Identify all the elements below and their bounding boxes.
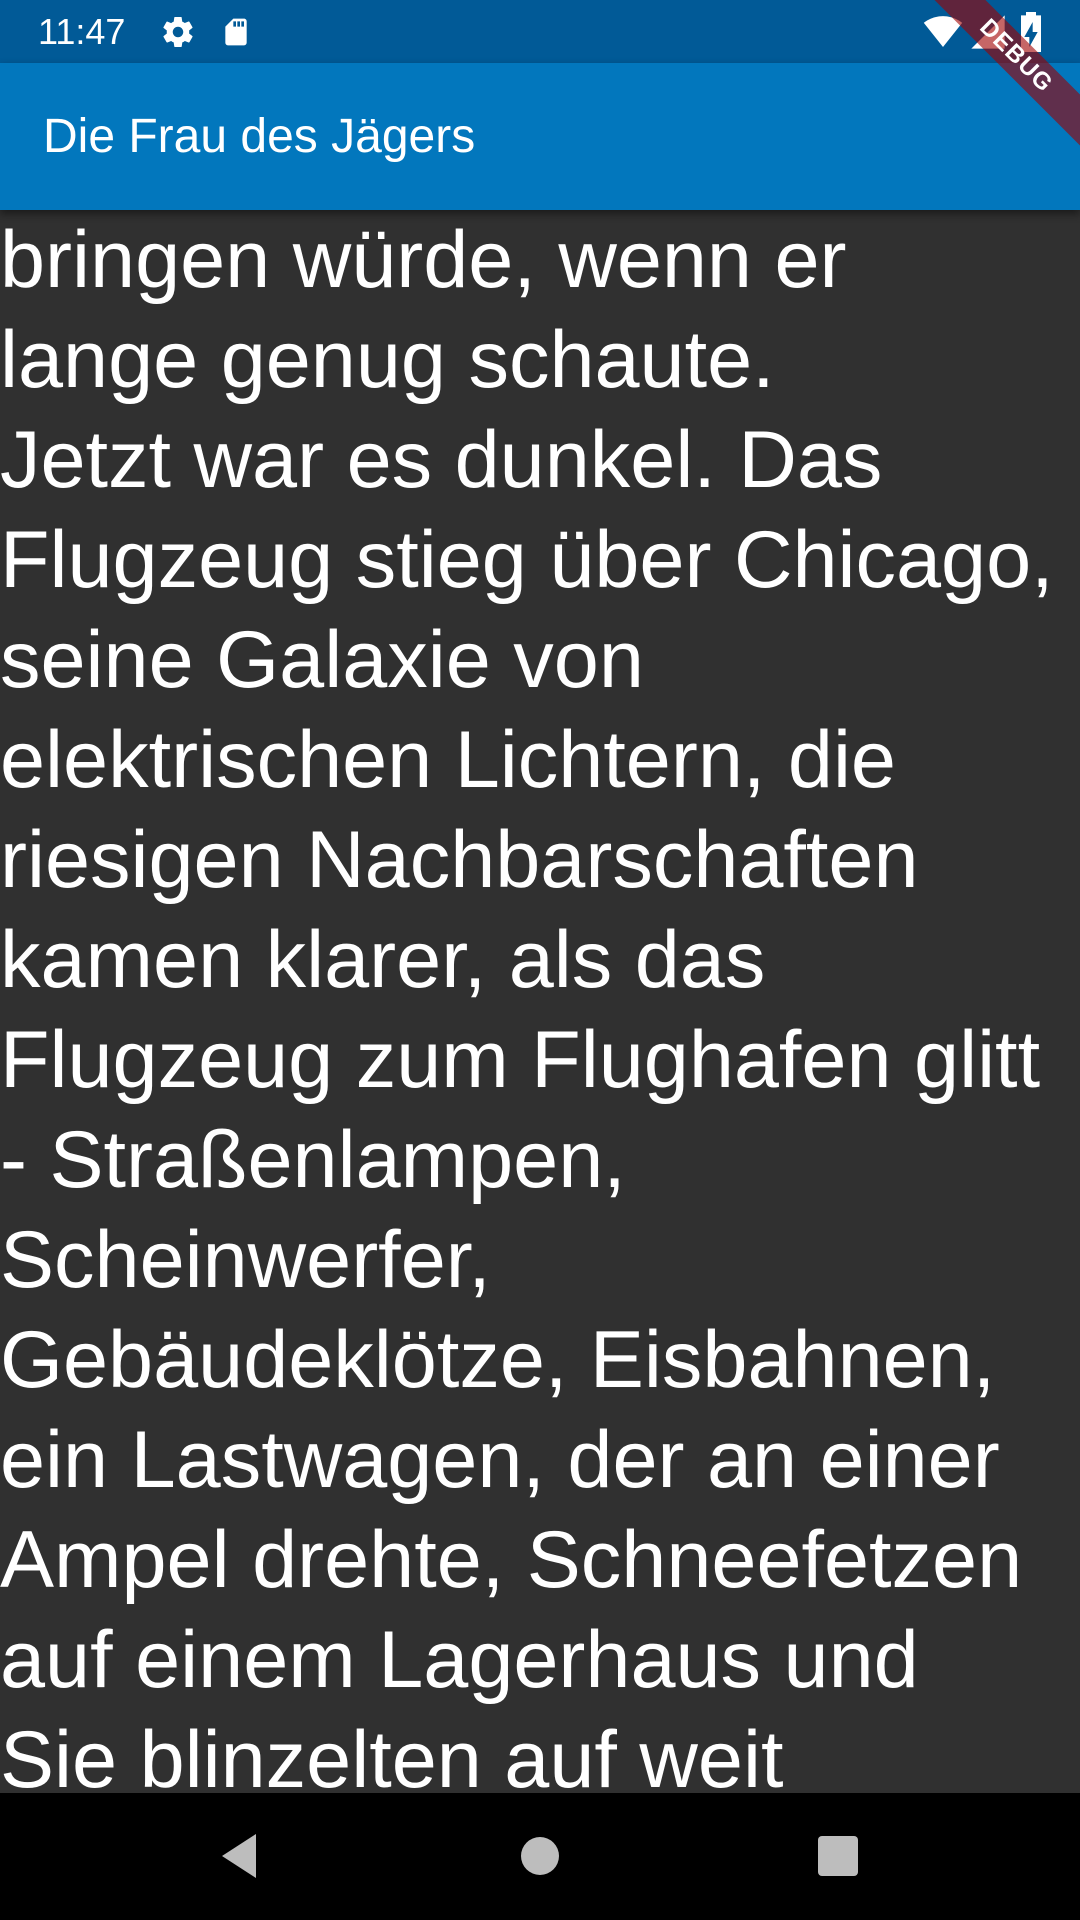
navigation-bar	[0, 1793, 1080, 1920]
cell-signal-icon	[971, 15, 1005, 49]
story-text-scroll-area[interactable]: bringen würde, wenn er lange genug schau…	[0, 210, 1080, 1793]
text-line: auf einem Lagerhaus und	[0, 1615, 919, 1705]
text-line: Ampel drehte, Schneefetzen	[0, 1515, 1023, 1605]
text-line: bringen würde, wenn er	[0, 215, 847, 305]
text-line: elektrischen Lichtern, die	[0, 715, 896, 805]
text-line: Gebäudeklötze, Eisbahnen,	[0, 1315, 996, 1405]
wifi-icon	[923, 16, 963, 47]
recents-icon[interactable]	[808, 1826, 868, 1886]
text-line: Scheinwerfer,	[0, 1215, 491, 1305]
text-line: Flugzeug stieg über Chicago,	[0, 515, 1054, 605]
status-time: 11:47	[38, 11, 126, 52]
text-line: Jetzt war es dunkel. Das	[0, 415, 883, 505]
home-icon[interactable]	[510, 1826, 570, 1886]
story-text: bringen würde, wenn er lange genug schau…	[0, 210, 1080, 1793]
text-line: lange genug schaute.	[0, 315, 775, 405]
text-line: ein Lastwagen, der an einer	[0, 1415, 1000, 1505]
status-bar: 11:47	[0, 0, 1080, 63]
page-title: Die Frau des Jägers	[43, 110, 476, 163]
text-line: Flugzeug zum Flughafen glitt	[0, 1015, 1041, 1105]
back-icon[interactable]	[208, 1826, 268, 1886]
battery-charging-icon	[1021, 12, 1041, 52]
text-line: riesigen Nachbarschaften	[0, 815, 919, 905]
text-line: - Straßenlampen,	[0, 1115, 626, 1205]
screen: 11:47 Die Frau des Jägers DEBUG bringen …	[0, 0, 1080, 1920]
text-line: kamen klarer, als das	[0, 915, 766, 1005]
text-line: seine Galaxie von	[0, 615, 644, 705]
app-bar: Die Frau des Jägers	[0, 63, 1080, 210]
gear-icon	[163, 17, 193, 48]
sd-card-icon	[225, 18, 247, 46]
text-line: Sie blinzelten auf weit	[0, 1715, 784, 1793]
